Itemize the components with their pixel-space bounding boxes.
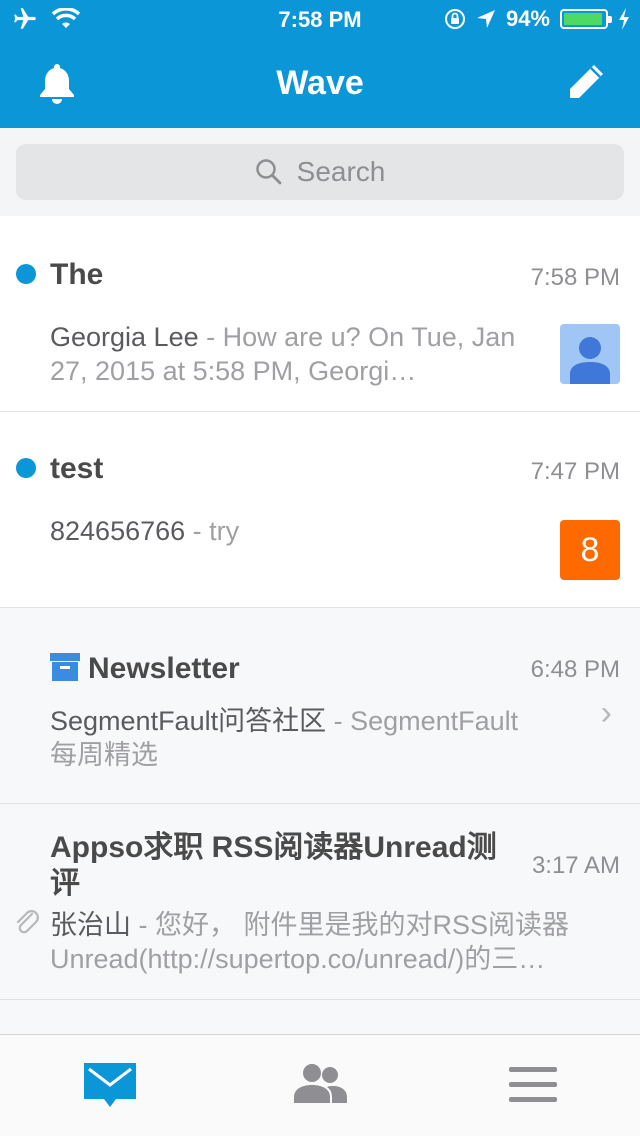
- battery-fill: [564, 13, 602, 25]
- mail-icon[interactable]: [80, 1059, 140, 1111]
- message-list: The 7:58 PM Georgia Lee - How are u? On …: [0, 216, 640, 1036]
- message-snippet: try: [209, 516, 240, 546]
- preview-separator: -: [131, 910, 155, 940]
- message-time: 7:58 PM: [530, 264, 620, 291]
- message-preview: SegmentFault问答社区 - SegmentFault每周精选: [50, 704, 520, 772]
- message-subject-text: Newsletter: [88, 652, 240, 685]
- message-row[interactable]: Appso求职 RSS阅读器Unread测评 3:17 AM 张治山 - 您好，…: [0, 804, 640, 1000]
- location-icon: [476, 10, 495, 28]
- message-row[interactable]: test 7:47 PM 824656766 - try 8: [0, 412, 640, 608]
- message-subject: Appso求职 RSS阅读器Unread测评: [50, 831, 497, 900]
- person-icon: [570, 337, 610, 384]
- search-icon: [255, 159, 282, 185]
- message-preview: 824656766 - try: [50, 514, 520, 548]
- charging-icon: [619, 8, 629, 30]
- message-sender: SegmentFault问答社区: [50, 706, 327, 736]
- message-subject: The: [50, 258, 104, 291]
- message-sender: 张治山: [50, 910, 131, 940]
- search-input[interactable]: Search: [16, 144, 624, 200]
- message-subject: Newsletter: [50, 652, 240, 686]
- compose-icon[interactable]: [564, 62, 606, 104]
- list-footer-spacer: [0, 1000, 640, 1036]
- preview-separator: -: [198, 322, 223, 352]
- message-preview: 张治山 - 您好， 附件里是我的对RSS阅读器Unread(http://sup…: [50, 908, 590, 976]
- status-bar: 7:58 PM 94%: [0, 0, 640, 40]
- message-sender: 824656766: [50, 516, 186, 546]
- battery-percent: 94%: [505, 6, 550, 31]
- message-row[interactable]: Newsletter 6:48 PM SegmentFault问答社区 - Se…: [0, 608, 640, 804]
- message-time: 6:48 PM: [530, 656, 620, 683]
- message-sender: Georgia Lee: [50, 322, 199, 352]
- archive-icon: [50, 653, 80, 681]
- preview-separator: -: [326, 706, 351, 736]
- battery-icon: [560, 9, 612, 29]
- chevron-right-icon[interactable]: ›: [601, 694, 612, 733]
- contacts-icon[interactable]: [290, 1059, 350, 1111]
- message-row[interactable]: The 7:58 PM Georgia Lee - How are u? On …: [0, 216, 640, 412]
- search-bar: Search: [0, 128, 640, 216]
- message-time: 7:47 PM: [530, 458, 620, 485]
- sender-badge[interactable]: 8: [560, 520, 620, 580]
- rotation-lock-icon: [444, 9, 465, 29]
- nav-bar: Wave: [0, 40, 640, 128]
- status-right: 94%: [444, 6, 630, 32]
- avatar[interactable]: [560, 324, 620, 384]
- attachment-icon: [16, 910, 39, 934]
- search-placeholder: Search: [296, 156, 386, 187]
- message-preview: Georgia Lee - How are u? On Tue, Jan 27,…: [50, 320, 520, 388]
- app-title: Wave: [276, 64, 364, 102]
- tab-bar: [0, 1034, 640, 1136]
- unread-dot: [16, 458, 36, 478]
- unread-dot: [16, 264, 36, 284]
- preview-separator: -: [185, 516, 210, 546]
- message-subject: test: [50, 452, 104, 485]
- menu-icon[interactable]: [505, 1059, 565, 1111]
- message-time: 3:17 AM: [531, 852, 620, 879]
